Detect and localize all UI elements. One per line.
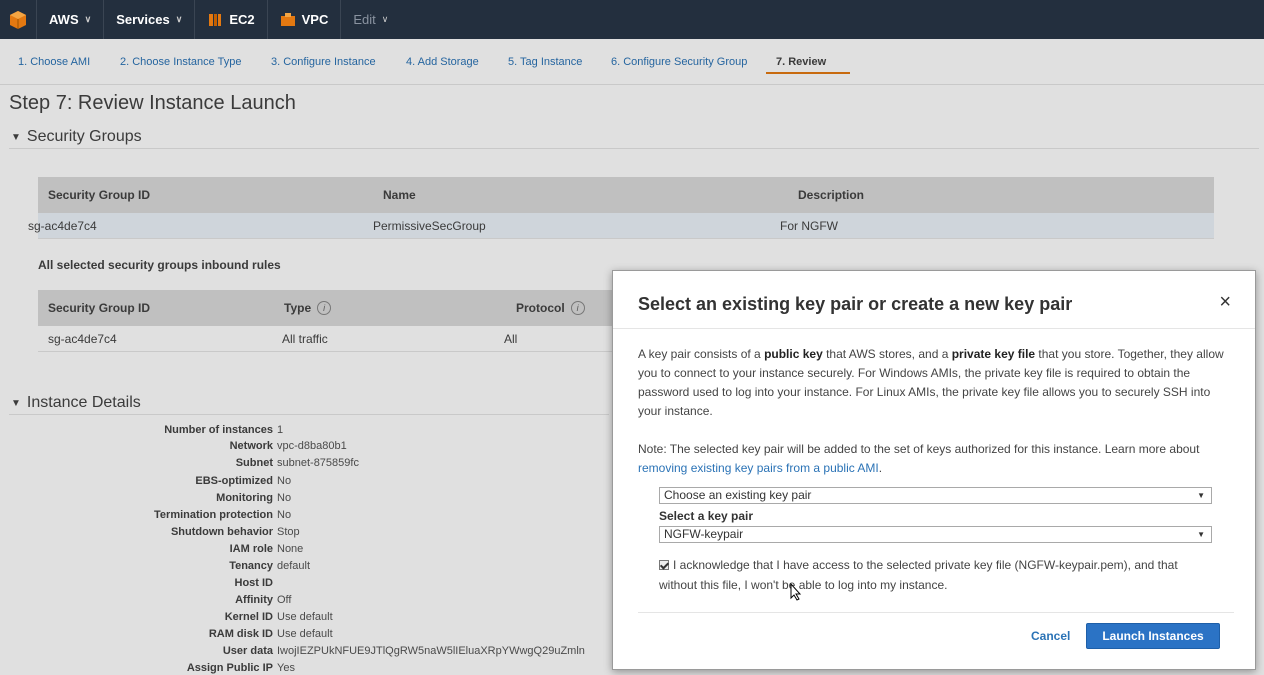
chevron-down-icon: ∨ (381, 14, 389, 24)
acknowledge-text: I acknowledge that I have access to the … (659, 558, 1178, 592)
vpc-shortcut[interactable]: VPC (266, 0, 341, 39)
dialog-divider (613, 328, 1255, 329)
top-nav-bar: AWS ∨ Services ∨ EC2 VPC Edit ∨ (0, 0, 1264, 39)
services-menu-label: Services (116, 12, 170, 27)
text: Note: The selected key pair will be adde… (638, 442, 1200, 456)
acknowledge-checkbox[interactable] (659, 560, 669, 570)
dropdown-arrow-icon: ▼ (1197, 530, 1205, 539)
key-pair-option-select[interactable]: Choose an existing key pair ▼ (659, 487, 1212, 504)
key-pair-option-value: Choose an existing key pair (664, 488, 812, 502)
chevron-down-icon: ∨ (84, 14, 92, 24)
aws-menu-label: AWS (49, 12, 79, 27)
remove-key-pairs-link[interactable]: removing existing key pairs from a publi… (638, 461, 879, 475)
text: that AWS stores, and a (822, 347, 952, 361)
close-icon[interactable]: × (1219, 291, 1231, 314)
cancel-button[interactable]: Cancel (1031, 629, 1070, 643)
key-pair-note: Note: The selected key pair will be adde… (638, 440, 1236, 478)
dialog-title: Select an existing key pair or create a … (638, 294, 1073, 314)
ec2-shortcut[interactable]: EC2 (194, 0, 266, 39)
vpc-label: VPC (301, 12, 329, 27)
text-bold: private key file (951, 347, 1036, 361)
select-key-pair-label: Select a key pair (659, 509, 754, 523)
vpc-icon (280, 12, 295, 26)
text: A key pair consists of a (638, 347, 765, 361)
edit-menu-label: Edit (353, 12, 376, 27)
text: . (878, 461, 883, 475)
ec2-label: EC2 (229, 12, 255, 27)
launch-instances-button[interactable]: Launch Instances (1086, 623, 1220, 649)
aws-cube-icon[interactable] (0, 0, 36, 39)
acknowledge-checkbox-row[interactable]: I acknowledge that I have access to the … (659, 555, 1219, 595)
chevron-down-icon: ∨ (175, 14, 183, 24)
ec2-icon (209, 13, 222, 26)
key-pair-explanation: A key pair consists of a public key that… (638, 345, 1236, 421)
key-pair-select[interactable]: NGFW-keypair ▼ (659, 526, 1212, 543)
dropdown-arrow-icon: ▼ (1197, 491, 1205, 500)
key-pair-dialog: Select an existing key pair or create a … (612, 270, 1256, 670)
text-bold: public key (764, 347, 823, 361)
services-menu[interactable]: Services ∨ (103, 0, 194, 39)
edit-menu[interactable]: Edit ∨ (340, 0, 400, 39)
mouse-cursor-icon (790, 583, 802, 601)
dialog-footer-divider (638, 612, 1234, 613)
aws-menu[interactable]: AWS ∨ (36, 0, 103, 39)
key-pair-value: NGFW-keypair (664, 527, 744, 541)
